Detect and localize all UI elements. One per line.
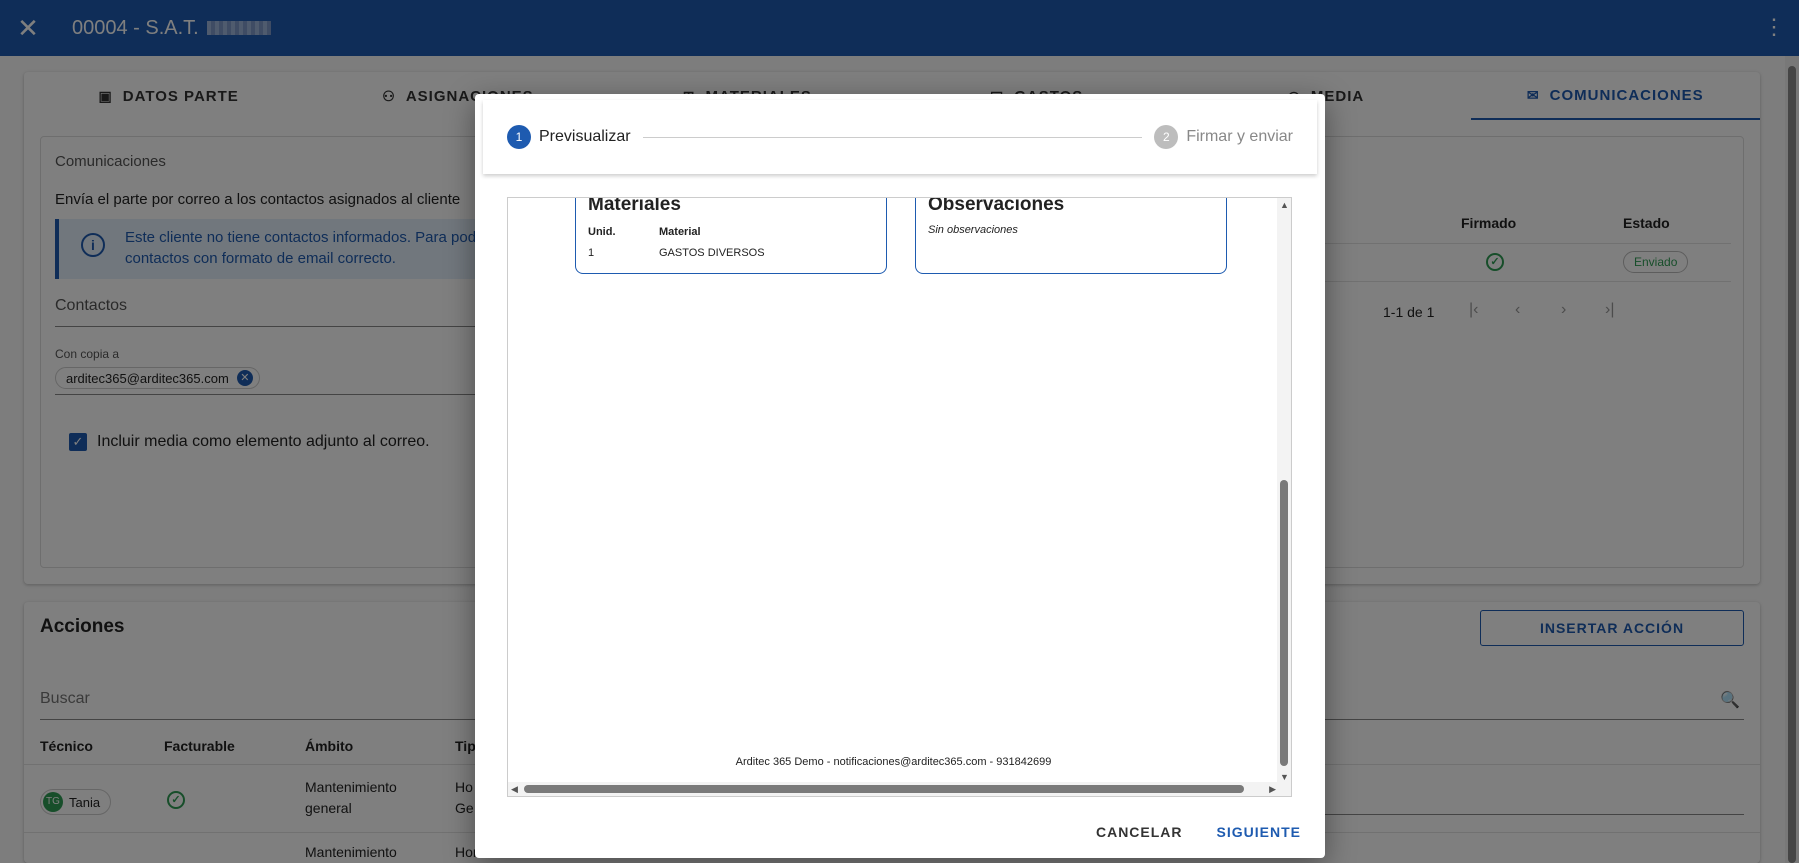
cancel-button[interactable]: CANCELAR [1096,824,1183,840]
observations-title: Observaciones [928,197,1065,215]
preview-hscroll[interactable]: ◀ ▶ [508,782,1279,796]
observations-text: Sin observaciones [928,224,1018,236]
step-1-number: 1 [507,125,531,149]
col-material: Material [659,226,701,238]
materials-card: Materiales Unid. Material 1 GASTOS DIVER… [575,197,887,274]
step-sign-send[interactable]: 2 Firmar y enviar [1154,125,1293,149]
preview-vscroll-thumb[interactable] [1280,480,1288,766]
next-button[interactable]: SIGUIENTE [1217,824,1301,840]
step-1-label: Previsualizar [539,128,631,145]
step-2-label: Firmar y enviar [1186,128,1293,145]
step-connector [642,136,1143,138]
scroll-up-icon[interactable]: ▲ [1280,200,1289,210]
preview-hscroll-thumb[interactable] [524,785,1244,793]
document-preview[interactable]: Materiales Unid. Material 1 GASTOS DIVER… [507,197,1292,797]
preview-vscroll[interactable]: ▲ ▼ [1277,198,1291,796]
document-footer: Arditec 365 Demo - notificaciones@ardite… [735,756,1052,768]
col-unit: Unid. [588,226,616,238]
preview-dialog: 1 Previsualizar 2 Firmar y enviar Materi… [475,94,1325,858]
scroll-left-icon[interactable]: ◀ [511,784,518,795]
stepper: 1 Previsualizar 2 Firmar y enviar [483,100,1317,174]
materials-title: Materiales [588,197,681,215]
row-material: GASTOS DIVERSOS [659,247,765,259]
step-2-number: 2 [1154,125,1179,149]
scroll-right-icon[interactable]: ▶ [1269,784,1276,795]
scroll-down-icon[interactable]: ▼ [1280,772,1289,782]
step-preview[interactable]: 1 Previsualizar [507,125,631,149]
row-unit: 1 [588,247,595,259]
observations-card: Observaciones Sin observaciones [915,197,1227,274]
dialog-actions: CANCELAR SIGUIENTE [1096,824,1301,840]
